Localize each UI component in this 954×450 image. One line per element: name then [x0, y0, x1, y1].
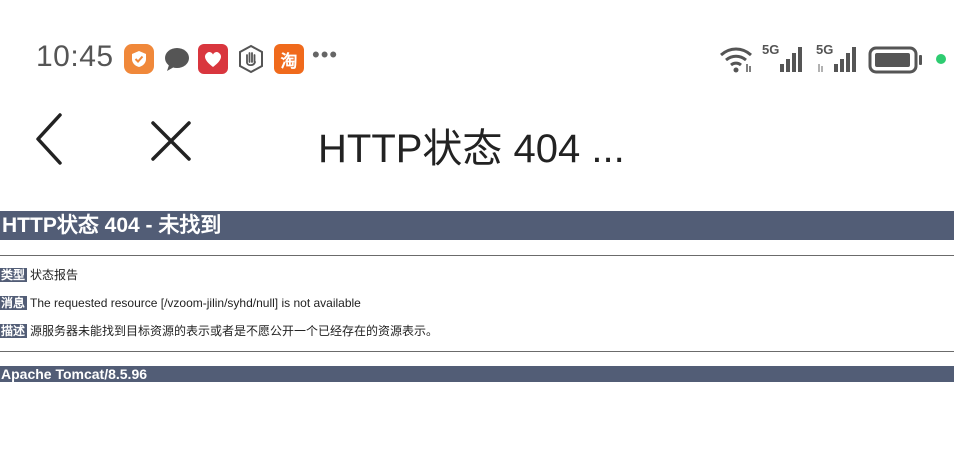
- divider: [0, 255, 954, 256]
- hand-stop-icon: [236, 44, 266, 74]
- server-footer: Apache Tomcat/8.5.96: [0, 366, 954, 382]
- taobao-app-icon: 淘: [274, 44, 304, 74]
- chat-bubble-icon: [162, 44, 192, 74]
- status-bar: 10:45 淘 ••• 5G 5G: [0, 36, 954, 82]
- description-value: 源服务器未能找到目标资源的表示或者是不愿公开一个已经存在的资源表示。: [30, 324, 439, 338]
- clock: 10:45: [36, 40, 114, 73]
- battery-icon: [868, 46, 922, 74]
- close-button[interactable]: [148, 118, 194, 164]
- close-icon: [151, 121, 191, 161]
- charging-indicator: [936, 54, 946, 64]
- shield-app-icon: [124, 44, 154, 74]
- message-label: 消息: [0, 296, 28, 310]
- pinduoduo-app-icon: [198, 44, 228, 74]
- cellular-signal-2-icon: 5G: [816, 42, 864, 74]
- chevron-left-icon: [36, 113, 62, 165]
- page-title: HTTP状态 404 ...: [318, 127, 625, 171]
- message-value: The requested resource [/vzoom-jilin/syh…: [30, 296, 361, 310]
- message-row: 消息 The requested resource [/vzoom-jilin/s…: [0, 296, 361, 311]
- cellular-signal-1-icon: 5G: [762, 42, 810, 74]
- type-row: 类型 状态报告: [0, 268, 78, 283]
- divider: [0, 351, 954, 352]
- wifi-icon: [718, 44, 754, 79]
- description-label: 描述: [0, 324, 28, 338]
- error-heading: HTTP状态 404 - 未找到: [0, 211, 954, 240]
- more-notifications-icon: •••: [312, 42, 339, 67]
- back-button[interactable]: [30, 112, 70, 166]
- description-row: 描述 源服务器未能找到目标资源的表示或者是不愿公开一个已经存在的资源表示。: [0, 324, 438, 339]
- type-value: 状态报告: [30, 268, 79, 282]
- type-label: 类型: [0, 268, 28, 282]
